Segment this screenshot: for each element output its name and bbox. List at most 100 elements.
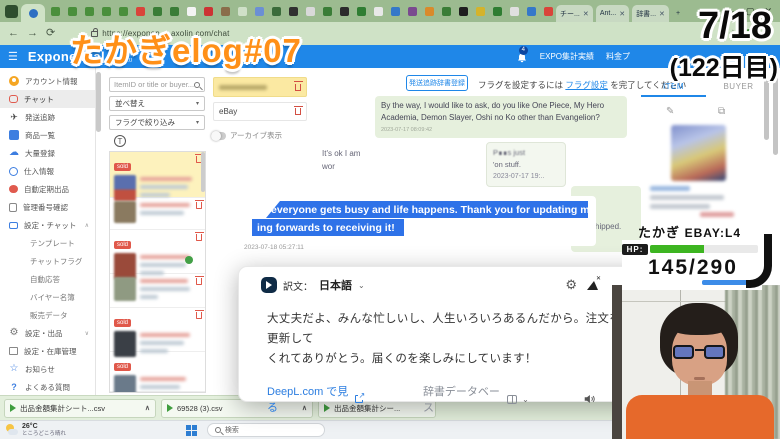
pinned-tab-favicon[interactable] bbox=[323, 6, 332, 16]
sidebar-scrollbar[interactable] bbox=[96, 72, 101, 132]
sidebar-item-settings-listing[interactable]: ⚙ 設定・出品 ∨ bbox=[0, 324, 95, 342]
sidebar-item-tracking[interactable]: ✈ 発送追跡 bbox=[0, 108, 95, 126]
hamburger-menu-icon[interactable]: ☰ bbox=[8, 50, 18, 63]
browser-tab-3[interactable]: 辞書... ✕ bbox=[632, 5, 670, 22]
taskbar-weather[interactable]: 26°C ところどころ晴れ bbox=[0, 423, 66, 438]
sidebar-item-auto-reply[interactable]: 自動応答 bbox=[0, 270, 95, 288]
sidebar-item-auto-listing[interactable]: 自動定期出品 bbox=[0, 180, 95, 198]
pinned-tab-favicon[interactable] bbox=[493, 6, 502, 16]
chat-list-row[interactable]: sold bbox=[110, 152, 205, 201]
pinned-tab-favicon[interactable] bbox=[289, 6, 298, 16]
archive-toggle[interactable]: アーカイブ表示 bbox=[211, 130, 282, 141]
chevron-up-icon[interactable]: ∧ bbox=[145, 404, 150, 412]
trash-icon[interactable] bbox=[194, 275, 204, 285]
buyer-row-selected[interactable] bbox=[213, 77, 307, 97]
pinned-tab-favicon[interactable] bbox=[255, 6, 264, 16]
sidebar-item-buyer-list[interactable]: バイヤー名簿 bbox=[0, 288, 95, 306]
forward-button[interactable]: → bbox=[27, 28, 38, 39]
sidebar-item-chat-flag[interactable]: チャットフラグ bbox=[0, 252, 95, 270]
sidebar-item-template[interactable]: テンプレート bbox=[0, 234, 95, 252]
trash-icon[interactable] bbox=[194, 231, 204, 241]
chat-list-row[interactable]: sold bbox=[110, 308, 205, 357]
browser-tab-1[interactable]: チー... ✕ bbox=[556, 5, 593, 22]
pinned-tab-favicon[interactable] bbox=[391, 6, 400, 16]
pin-icon[interactable] bbox=[587, 275, 601, 290]
tab-close-icon[interactable]: ✕ bbox=[659, 10, 665, 18]
language-caret-icon[interactable]: ⌄ bbox=[358, 281, 365, 290]
sidebar-item-chat[interactable]: チャット bbox=[0, 90, 95, 108]
pinned-tab-favicon[interactable] bbox=[102, 6, 111, 16]
taskbar-search[interactable]: 検索 bbox=[206, 423, 325, 437]
sidebar-item-sales-data[interactable]: 販売データ bbox=[0, 306, 95, 324]
search-input[interactable]: ItemID or title or buyer... bbox=[109, 77, 205, 92]
speaker-icon[interactable] bbox=[583, 392, 597, 406]
toggle-pill[interactable] bbox=[211, 130, 226, 141]
target-language[interactable]: 日本語 bbox=[319, 277, 352, 293]
reload-button[interactable]: ⟳ bbox=[46, 28, 55, 39]
sidebar-item-products[interactable]: 商品一覧 bbox=[0, 126, 95, 144]
sidebar-item-settings-chat[interactable]: 設定・チャット ∧ bbox=[0, 216, 95, 234]
pinned-tab-favicon[interactable] bbox=[221, 6, 230, 16]
t-filter-badge[interactable]: T bbox=[114, 135, 126, 147]
trash-icon[interactable] bbox=[194, 309, 204, 319]
pinned-tabs[interactable] bbox=[51, 6, 553, 16]
sidebar-item-account[interactable]: アカウント情報 bbox=[0, 72, 95, 90]
pinned-tab-favicon[interactable] bbox=[476, 6, 485, 16]
tab-close-icon[interactable]: ✕ bbox=[619, 10, 625, 18]
back-button[interactable]: ← bbox=[8, 28, 19, 39]
pinned-tab-favicon[interactable] bbox=[153, 6, 162, 16]
nav-expo-stats[interactable]: EXPO集計実績 bbox=[540, 51, 594, 62]
new-tab-button[interactable]: + bbox=[672, 5, 684, 22]
pinned-tab-favicon[interactable] bbox=[85, 6, 94, 16]
flag-filter-select[interactable]: フラグで絞り込み ▾ bbox=[109, 115, 205, 130]
pinned-tab-favicon[interactable] bbox=[357, 6, 366, 16]
pinned-tab-favicon[interactable] bbox=[272, 6, 281, 16]
pinned-tab-favicon[interactable] bbox=[51, 6, 60, 16]
browser-tab-2[interactable]: Ant... ✕ bbox=[595, 5, 630, 22]
pinned-tab-favicon[interactable] bbox=[527, 6, 536, 16]
sidebar-item-bulk[interactable]: ☁ 大量登録 bbox=[0, 144, 95, 162]
panel-scrollbar[interactable] bbox=[764, 80, 769, 140]
tab-buyer[interactable]: BUYER bbox=[706, 82, 771, 97]
active-pinned-tab[interactable] bbox=[21, 4, 45, 22]
tab-close-icon[interactable]: ✕ bbox=[583, 10, 589, 18]
list-scrollbar[interactable] bbox=[201, 152, 205, 192]
sidebar-item-faq[interactable]: ? よくある質問 bbox=[0, 378, 95, 396]
windows-start-button[interactable] bbox=[185, 424, 197, 436]
selected-text-line1[interactable]: everyone gets busy and life happens. Tha… bbox=[266, 201, 588, 218]
pinned-tab-favicon[interactable] bbox=[544, 6, 553, 16]
pinned-tab-favicon[interactable] bbox=[408, 6, 417, 16]
copy-panel-icon[interactable]: ⧉ bbox=[718, 106, 725, 117]
pinned-tab-favicon[interactable] bbox=[136, 6, 145, 16]
chat-list-row[interactable]: sold bbox=[110, 230, 205, 279]
sidebar-item-news[interactable]: ☆ お知らせ bbox=[0, 360, 95, 378]
pinned-tab-favicon[interactable] bbox=[459, 6, 468, 16]
chat-list-row[interactable]: sold bbox=[110, 352, 205, 392]
trash-icon[interactable] bbox=[293, 105, 303, 115]
chat-list-row[interactable] bbox=[110, 198, 205, 230]
chat-message-incoming[interactable]: By the way, I would like to ask, do you … bbox=[375, 96, 627, 139]
pinned-tab-favicon[interactable] bbox=[510, 6, 519, 16]
pinned-tab-favicon[interactable] bbox=[306, 6, 315, 16]
translation-text[interactable]: 大丈夫だよ、みんな忙しいし、人生いろいろあるんだから。注文を更新して くれてあり… bbox=[239, 297, 652, 369]
notification-bell-icon[interactable]: 4 bbox=[516, 45, 528, 63]
sidebar-item-settings-inventory[interactable]: 設定・在庫管理 bbox=[0, 342, 95, 360]
browser-logo-icon[interactable] bbox=[5, 4, 18, 18]
settings-gear-icon[interactable]: ⚙ bbox=[565, 277, 577, 293]
tab-item[interactable]: ITEM bbox=[641, 82, 706, 97]
pencil-icon[interactable]: ✎ bbox=[666, 106, 674, 117]
pinned-tab-favicon[interactable] bbox=[204, 6, 213, 16]
chat-message-partial[interactable]: It's ok I am wor bbox=[322, 148, 360, 174]
trash-icon[interactable] bbox=[293, 81, 303, 91]
download-chip[interactable]: 出品金額集計シート...csv ∧ bbox=[4, 398, 156, 418]
buyer-row-ebay[interactable]: eBay bbox=[213, 102, 307, 121]
flag-settings-link[interactable]: フラグ設定 bbox=[565, 80, 608, 90]
dictionary-dropdown[interactable]: 辞書データベース ⌄ bbox=[423, 383, 529, 415]
deepl-site-link[interactable]: DeepL.com で見る bbox=[267, 383, 366, 415]
selected-text-line2[interactable]: ing forwards to receiving it! bbox=[252, 219, 404, 236]
pinned-tab-favicon[interactable] bbox=[187, 6, 196, 16]
pinned-tab-favicon[interactable] bbox=[374, 6, 383, 16]
tracking-dictionary-button[interactable]: 発送追跡辞書登録 bbox=[406, 75, 468, 91]
sort-select[interactable]: 並べ替え ▾ bbox=[109, 96, 205, 111]
pinned-tab-favicon[interactable] bbox=[425, 6, 434, 16]
